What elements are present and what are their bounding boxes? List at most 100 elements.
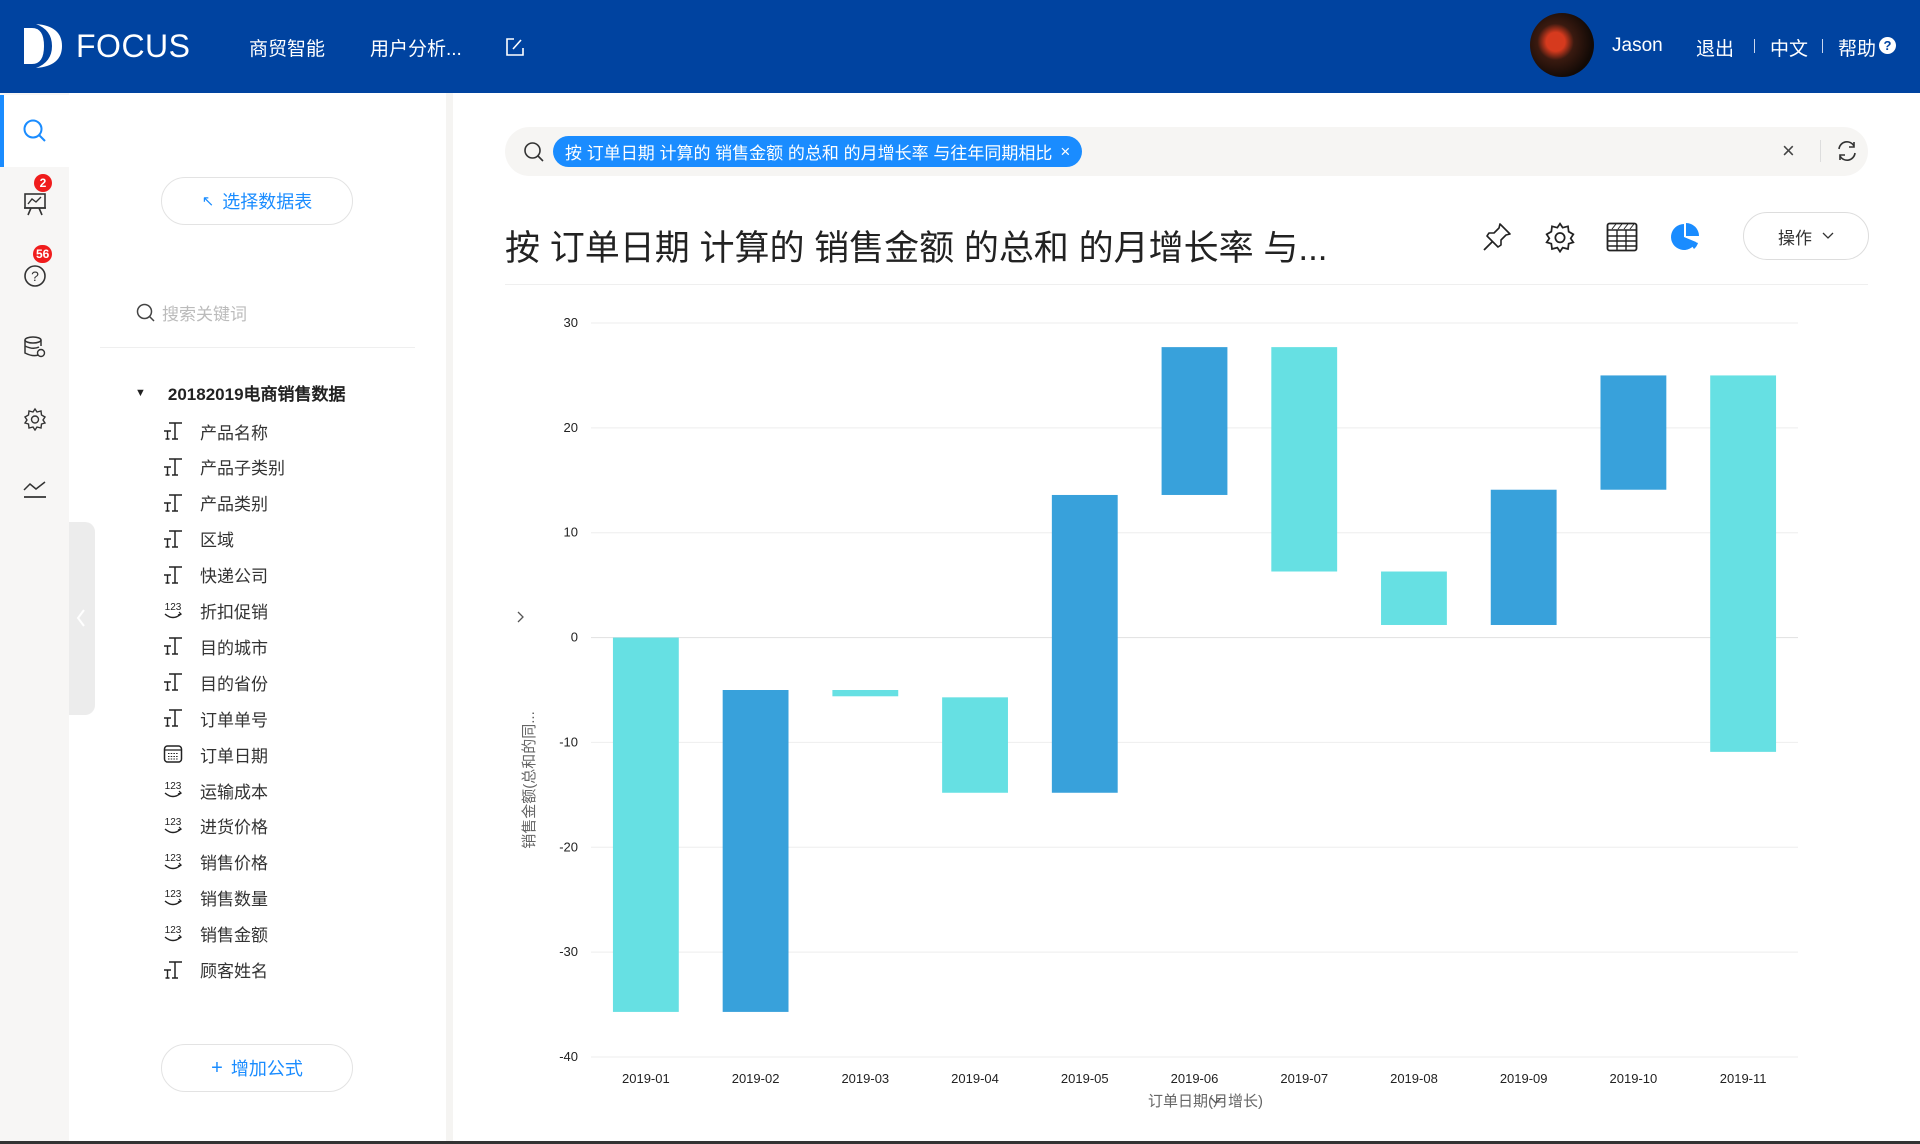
bar-2019-01[interactable] xyxy=(612,637,679,1012)
logo[interactable]: FOCUS xyxy=(22,22,191,70)
arrow-up-left-icon: ↖ xyxy=(201,193,215,210)
x-tick-label: 2019-06 xyxy=(1171,1071,1219,1086)
dataset-name: 20182019电商销售数据 xyxy=(167,385,346,404)
language-switch[interactable]: 中文 xyxy=(1770,34,1808,61)
nav-item-trade-intelligence[interactable]: 商贸智能 xyxy=(249,34,325,61)
avatar[interactable] xyxy=(1530,13,1594,77)
chart-view-button[interactable] xyxy=(1668,220,1702,254)
field-label: 快递公司 xyxy=(200,567,268,587)
y-axis-chevron-icon[interactable] xyxy=(517,611,524,623)
bar-2019-07[interactable] xyxy=(1271,347,1338,572)
svg-text:123: 123 xyxy=(165,925,182,936)
x-axis-title[interactable]: 订单日期(月增长) xyxy=(1148,1093,1263,1110)
field-item[interactable]: 产品子类别 xyxy=(163,455,285,479)
keyword-search-placeholder: 搜索关键词 xyxy=(162,305,247,324)
text-field-icon xyxy=(163,959,183,981)
bar-2019-03[interactable] xyxy=(832,690,899,697)
field-item[interactable]: 订单日期 xyxy=(163,742,268,766)
field-item[interactable]: 123 运输成本 xyxy=(163,778,268,802)
logout-link[interactable]: 退出 xyxy=(1696,34,1734,61)
field-label: 销售金额 xyxy=(200,926,268,946)
field-item[interactable]: 订单单号 xyxy=(163,706,268,730)
settings-button[interactable] xyxy=(1543,220,1577,254)
rail-item-data-sources[interactable] xyxy=(0,311,69,383)
field-item[interactable]: 区域 xyxy=(163,527,234,551)
field-item[interactable]: 快递公司 xyxy=(163,563,268,587)
title-divider xyxy=(505,284,1868,285)
bar-2019-05[interactable] xyxy=(1051,494,1118,793)
search-token[interactable]: 按 订单日期 计算的 销售金额 的总和 的月增长率 与往年同期相比 × xyxy=(553,136,1083,167)
panel-divider xyxy=(100,347,415,348)
field-item[interactable]: 123 折扣促销 xyxy=(163,599,268,623)
field-item[interactable]: 123 销售价格 xyxy=(163,850,268,874)
bar-2019-02[interactable] xyxy=(722,690,789,1012)
x-tick-label: 2019-01 xyxy=(622,1071,670,1086)
bar-2019-09[interactable] xyxy=(1490,489,1557,625)
operations-label: 操作 xyxy=(1778,228,1812,248)
collapse-panel-handle[interactable] xyxy=(69,522,95,715)
logo-text: FOCUS xyxy=(76,27,191,64)
clear-search-icon[interactable]: × xyxy=(1782,138,1795,164)
search-icon xyxy=(524,142,544,162)
field-item[interactable]: 123 销售金额 xyxy=(163,922,268,946)
add-formula-label: 增加公式 xyxy=(230,1059,303,1079)
x-tick-label: 2019-05 xyxy=(1061,1071,1109,1086)
nav-item-user-analysis[interactable]: 用户分析... xyxy=(370,34,462,61)
field-label: 进货价格 xyxy=(200,818,268,838)
svg-text:123: 123 xyxy=(165,602,182,613)
rail-item-search[interactable] xyxy=(0,95,69,167)
user-name[interactable]: Jason xyxy=(1612,35,1663,57)
field-label: 销售数量 xyxy=(200,890,268,910)
y-tick-label: -40 xyxy=(559,1049,578,1064)
number-field-icon: 123 xyxy=(163,600,183,622)
x-tick-label: 2019-11 xyxy=(1720,1071,1767,1086)
add-formula-button[interactable]: + 增加公式 xyxy=(161,1044,353,1092)
x-tick-label: 2019-07 xyxy=(1280,1071,1328,1086)
keyword-search-input[interactable]: 搜索关键词 xyxy=(136,300,247,325)
field-item[interactable]: 顾客姓名 xyxy=(163,958,268,982)
operations-dropdown[interactable]: 操作 xyxy=(1743,212,1869,260)
field-item[interactable]: 123 销售数量 xyxy=(163,886,268,910)
field-label: 区域 xyxy=(200,531,234,551)
bar-2019-04[interactable] xyxy=(942,697,1008,793)
field-label: 顾客姓名 xyxy=(200,962,268,981)
help-icon[interactable]: ? xyxy=(1879,37,1896,54)
waterfall-chart: 3020100-10-20-30-40 2019-01 2019-02 2019-0… xyxy=(517,315,1798,1110)
y-axis-title[interactable]: 销售金额(总和的同... xyxy=(521,711,538,849)
token-close-icon[interactable]: × xyxy=(1060,142,1070,162)
table-view-button[interactable] xyxy=(1605,220,1639,254)
bar-2019-08[interactable] xyxy=(1381,571,1447,625)
field-label: 目的城市 xyxy=(200,638,268,658)
refresh-icon[interactable] xyxy=(1835,139,1859,163)
field-label: 目的省份 xyxy=(200,674,268,694)
y-axis-ticks: 30 20 10 0 -10 -20 -30 -40 xyxy=(559,315,578,1064)
rail-item-settings[interactable] xyxy=(0,383,69,455)
rail-item-presentations[interactable]: 2 xyxy=(0,167,69,239)
line-chart-icon xyxy=(22,481,46,498)
search-bar[interactable]: 按 订单日期 计算的 销售金额 的总和 的月增长率 与往年同期相比 × × xyxy=(505,127,1868,176)
bar-2019-11[interactable] xyxy=(1710,375,1777,752)
select-table-button[interactable]: ↖ 选择数据表 xyxy=(161,177,353,225)
focus-logo-icon xyxy=(24,24,62,68)
x-tick-label: 2019-04 xyxy=(951,1071,999,1086)
field-item[interactable]: 产品类别 xyxy=(163,491,268,515)
y-tick-label: 30 xyxy=(564,315,578,330)
field-item[interactable]: 产品名称 xyxy=(163,419,268,443)
svg-text:123: 123 xyxy=(165,853,182,864)
field-label: 产品类别 xyxy=(200,495,268,515)
field-label: 订单日期 xyxy=(200,746,268,766)
bar-2019-10[interactable] xyxy=(1600,375,1667,490)
rail-item-questions[interactable]: ? 56 xyxy=(0,239,69,311)
y-tick-label: 20 xyxy=(564,420,578,435)
caret-down-icon: ▼ xyxy=(135,386,146,399)
field-item[interactable]: 目的省份 xyxy=(163,670,268,694)
rail-item-analytics[interactable] xyxy=(0,455,69,527)
pin-button[interactable] xyxy=(1480,220,1514,254)
dataset-node[interactable]: ▼ 20182019电商销售数据 xyxy=(135,380,346,405)
field-item[interactable]: 123 进货价格 xyxy=(163,814,268,838)
table-icon xyxy=(1606,222,1638,252)
field-item[interactable]: 目的城市 xyxy=(163,634,268,658)
bar-2019-06[interactable] xyxy=(1161,347,1228,495)
help-link[interactable]: 帮助 xyxy=(1838,34,1876,61)
edit-icon[interactable] xyxy=(505,37,525,57)
